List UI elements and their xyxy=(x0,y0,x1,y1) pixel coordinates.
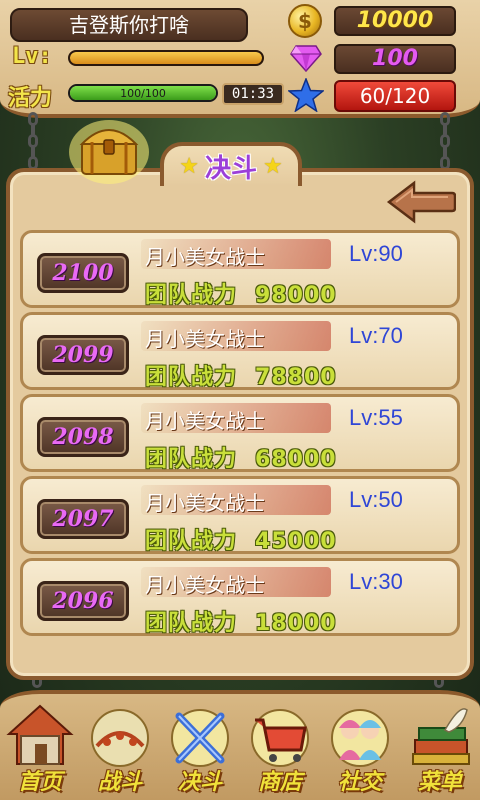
nav-menu[interactable]: 菜单 xyxy=(400,700,480,800)
player-name[interactable]: 吉登斯你打啥 xyxy=(10,8,248,42)
opponent-level: Lv:30 xyxy=(349,569,403,594)
battle-icon xyxy=(91,709,149,767)
crossed-swords-icon xyxy=(171,709,229,767)
menu-icon xyxy=(412,708,470,765)
opponent-power: 团队战力 98000 xyxy=(145,277,337,309)
opponent-rank: 2097 xyxy=(37,499,129,539)
team-power-label: 团队战力 xyxy=(145,365,238,390)
star-amount: 60/120 xyxy=(334,80,456,112)
vitality-bar: 100/100 xyxy=(68,84,218,102)
team-power-value: 18000 xyxy=(255,611,337,636)
opponent-row[interactable]: 2100 月小美女战士 Lv:90 团队战力 98000 xyxy=(20,230,460,308)
gem-amount: 100 xyxy=(334,44,456,74)
nav-battle-label: 战斗 xyxy=(97,770,142,795)
team-power-value: 78800 xyxy=(255,365,337,390)
team-power-label: 团队战力 xyxy=(145,529,238,554)
chain-top-right xyxy=(438,112,452,170)
nav-shop[interactable]: 商店 xyxy=(240,700,320,800)
house-icon xyxy=(6,704,74,765)
team-power-label: 团队战力 xyxy=(145,283,238,308)
opponent-rank: 2098 xyxy=(37,417,129,457)
opponent-name: 月小美女战士 xyxy=(145,245,265,269)
opponent-power: 团队战力 78800 xyxy=(145,359,337,391)
nav-menu-label: 菜单 xyxy=(417,770,462,795)
team-power-value: 68000 xyxy=(255,447,337,472)
opponent-level: Lv:90 xyxy=(349,241,403,266)
duel-title-tab: ★ 决斗 ★ xyxy=(160,142,302,186)
panel-title: 决斗 xyxy=(204,153,257,184)
back-arrow-button[interactable] xyxy=(386,180,456,224)
opponent-row[interactable]: 2097 月小美女战士 Lv:50 团队战力 45000 xyxy=(20,476,460,554)
opponent-rank: 2096 xyxy=(37,581,129,621)
team-power-label: 团队战力 xyxy=(145,611,238,636)
opponent-row[interactable]: 2096 月小美女战士 Lv:30 团队战力 18000 xyxy=(20,558,460,636)
opponent-name: 月小美女战士 xyxy=(145,327,265,351)
vitality-timer: 01:33 xyxy=(222,83,284,105)
gold-amount: 10000 xyxy=(334,6,456,36)
level-label: Lv: xyxy=(12,44,52,69)
nav-battle[interactable]: 战斗 xyxy=(80,700,160,800)
vitality-value: 100/100 xyxy=(120,87,166,100)
nav-social[interactable]: 社交 xyxy=(320,700,400,800)
level-progress-fill xyxy=(70,52,262,64)
gem-icon xyxy=(290,45,322,72)
chain-top-left xyxy=(26,112,40,170)
nav-duel-label: 决斗 xyxy=(177,770,222,795)
opponent-power: 团队战力 18000 xyxy=(145,605,337,637)
star-icon xyxy=(288,78,324,112)
opponent-level: Lv:55 xyxy=(349,405,403,430)
nav-social-label: 社交 xyxy=(337,770,382,795)
gold-coin-icon: $ xyxy=(288,4,322,38)
opponent-power: 团队战力 45000 xyxy=(145,523,337,555)
nav-home[interactable]: 首页 xyxy=(0,700,80,800)
nav-home-label: 首页 xyxy=(17,770,62,795)
team-power-value: 45000 xyxy=(255,529,337,554)
opponent-name: 月小美女战士 xyxy=(145,573,265,597)
opponent-rank: 2100 xyxy=(37,253,129,293)
opponent-level: Lv:50 xyxy=(349,487,403,512)
title-star-left-icon: ★ xyxy=(179,153,199,179)
opponent-row[interactable]: 2099 月小美女战士 Lv:70 团队战力 78800 xyxy=(20,312,460,390)
opponent-rank: 2099 xyxy=(37,335,129,375)
team-power-label: 团队战力 xyxy=(145,447,238,472)
title-star-right-icon: ★ xyxy=(263,153,283,179)
cart-icon xyxy=(251,709,309,767)
nav-duel[interactable]: 决斗 xyxy=(160,700,240,800)
opponent-power: 团队战力 68000 xyxy=(145,441,337,473)
level-progress-bar xyxy=(68,50,264,66)
opponent-name: 月小美女战士 xyxy=(145,491,265,515)
treasure-chest-icon[interactable] xyxy=(68,112,150,184)
opponent-name: 月小美女战士 xyxy=(145,409,265,433)
friends-icon xyxy=(331,709,389,767)
nav-shop-label: 商店 xyxy=(257,770,302,795)
team-power-value: 98000 xyxy=(255,283,337,308)
opponent-level: Lv:70 xyxy=(349,323,403,348)
opponent-row[interactable]: 2098 月小美女战士 Lv:55 团队战力 68000 xyxy=(20,394,460,472)
vitality-label: 活力 xyxy=(8,86,53,111)
